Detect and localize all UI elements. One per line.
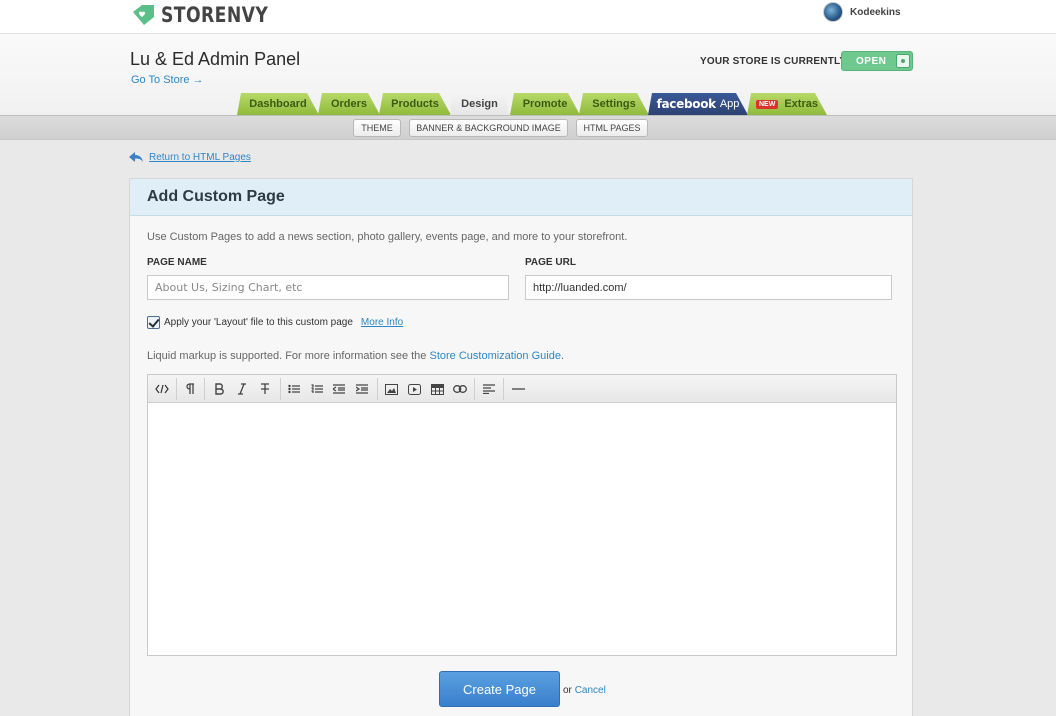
cancel-link[interactable]: Cancel xyxy=(575,685,606,696)
tab-products[interactable]: Products xyxy=(379,93,451,115)
username: Kodeekins xyxy=(850,6,901,18)
liquid-markup-note: Liquid markup is supported. For more inf… xyxy=(147,350,564,362)
tab-dashboard[interactable]: Dashboard xyxy=(237,93,319,115)
tab-settings[interactable]: Settings xyxy=(579,93,649,115)
back-arrow-icon xyxy=(129,152,143,162)
tab-facebook-app[interactable]: facebook App xyxy=(648,93,748,115)
return-to-html-pages-link[interactable]: Return to HTML Pages xyxy=(149,152,251,163)
add-custom-page-panel: Add Custom Page Use Custom Pages to add … xyxy=(129,178,913,716)
store-status-label: YOUR STORE IS CURRENTLY xyxy=(700,56,847,67)
store-open-toggle[interactable]: OPEN xyxy=(841,51,913,71)
editor-toolbar xyxy=(148,375,896,403)
main-tabs: Dashboard Orders Products Design Promote… xyxy=(0,93,1056,115)
page-url-input[interactable] xyxy=(525,275,892,300)
tab-orders[interactable]: Orders xyxy=(318,93,380,115)
unordered-list-icon[interactable] xyxy=(284,379,304,399)
image-icon[interactable] xyxy=(381,379,401,399)
tag-heart-icon xyxy=(133,5,154,25)
panel-title: Add Custom Page xyxy=(130,179,912,216)
go-to-store-link[interactable]: Go To Store → xyxy=(131,74,204,86)
rich-text-editor xyxy=(147,374,897,656)
layout-checkbox-row: Apply your 'Layout' file to this custom … xyxy=(147,316,403,329)
layout-checkbox-label: Apply your 'Layout' file to this custom … xyxy=(164,317,353,328)
user-menu[interactable]: Kodeekins xyxy=(823,2,901,22)
avatar xyxy=(823,2,843,22)
align-icon[interactable] xyxy=(479,379,499,399)
store-status-value: OPEN xyxy=(856,55,887,67)
toggle-knob-icon xyxy=(896,54,910,68)
horizontal-rule-icon[interactable] xyxy=(508,379,528,399)
subnav-banner-background[interactable]: BANNER & BACKGROUND IMAGE xyxy=(409,119,568,137)
bold-icon[interactable] xyxy=(209,379,229,399)
facebook-wordmark: facebook xyxy=(656,97,716,111)
tab-design[interactable]: Design xyxy=(450,92,509,115)
brand-name: STORENVY xyxy=(161,3,269,27)
subnav-html-pages[interactable]: HTML PAGES xyxy=(576,119,648,137)
table-icon[interactable] xyxy=(427,379,447,399)
page-name-input[interactable] xyxy=(147,275,509,300)
italic-icon[interactable] xyxy=(232,379,252,399)
storenvy-logo[interactable]: STORENVY xyxy=(130,2,292,28)
strikethrough-icon[interactable] xyxy=(255,379,275,399)
editor-content-area[interactable] xyxy=(148,403,896,655)
page-url-label: PAGE URL xyxy=(525,257,576,268)
indent-icon[interactable] xyxy=(352,379,372,399)
paragraph-icon[interactable] xyxy=(180,379,200,399)
subnav-theme[interactable]: THEME xyxy=(353,119,401,137)
page-name-label: PAGE NAME xyxy=(147,257,207,268)
store-customization-guide-link[interactable]: Store Customization Guide xyxy=(429,350,560,362)
create-page-button[interactable]: Create Page xyxy=(439,671,560,707)
tab-extras[interactable]: NEW Extras xyxy=(747,93,827,115)
link-icon[interactable] xyxy=(450,379,470,399)
page-title: Lu & Ed Admin Panel xyxy=(130,49,301,69)
new-badge: NEW xyxy=(756,100,778,109)
layout-checkbox[interactable] xyxy=(147,316,160,329)
tab-promote[interactable]: Promote xyxy=(510,93,580,115)
top-bar: STORENVY Kodeekins xyxy=(0,0,1056,34)
more-info-link[interactable]: More Info xyxy=(361,317,403,328)
design-subnav: THEME BANNER & BACKGROUND IMAGE HTML PAG… xyxy=(0,115,1056,140)
outdent-icon[interactable] xyxy=(329,379,349,399)
ordered-list-icon[interactable] xyxy=(307,379,327,399)
video-icon[interactable] xyxy=(404,379,424,399)
cancel-row: or Cancel xyxy=(563,685,606,696)
panel-intro: Use Custom Pages to add a news section, … xyxy=(147,231,628,243)
return-link-row: Return to HTML Pages xyxy=(129,151,251,163)
html-source-icon[interactable] xyxy=(152,379,172,399)
